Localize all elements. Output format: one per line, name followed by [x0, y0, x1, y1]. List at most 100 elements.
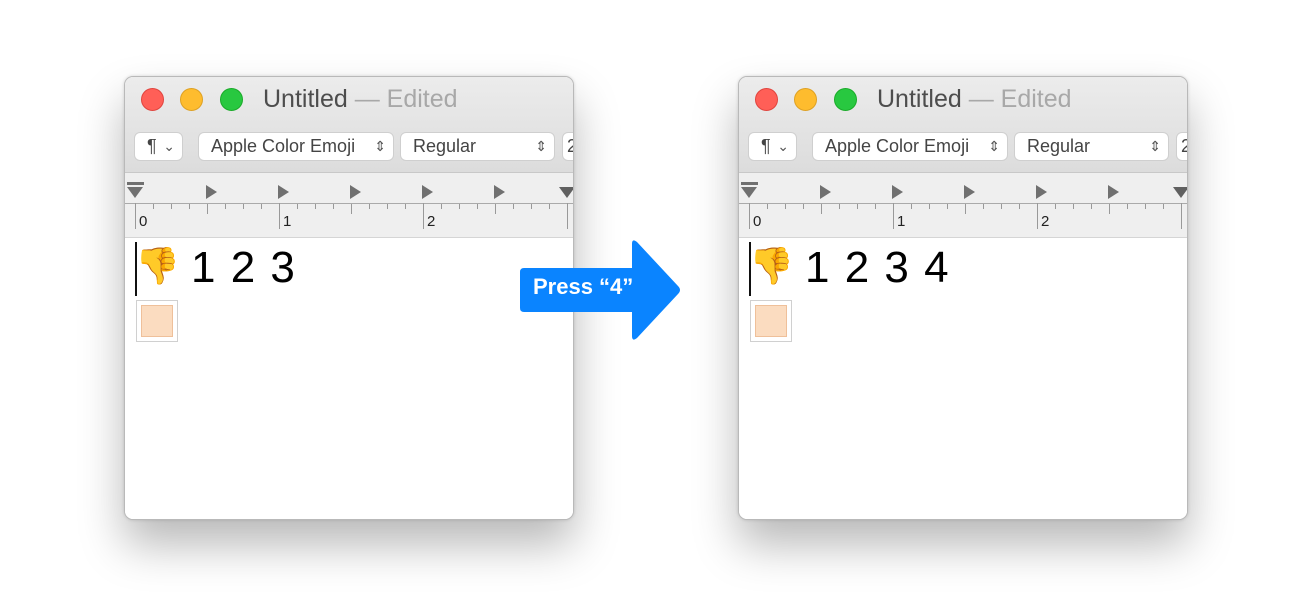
ruler-tick — [839, 204, 840, 209]
document-text: 1 2 3 4 — [805, 243, 949, 292]
ruler-tick — [875, 204, 876, 209]
ruler-tick — [857, 204, 858, 209]
textedit-window-after: Untitled — Edited ¶ ⌄ Apple Color Emoji ⇕ … — [738, 76, 1188, 520]
pilcrow-icon: ¶ — [147, 136, 157, 156]
right-margin-marker[interactable] — [559, 187, 573, 198]
ruler-tick — [243, 204, 244, 209]
ruler-tick — [207, 204, 208, 214]
ruler-label: 1 — [283, 213, 292, 230]
tab-stop-icon[interactable] — [1036, 185, 1047, 199]
ruler-tick — [1091, 204, 1092, 209]
document-text: 1 2 3 — [191, 243, 295, 292]
updown-chevron-icon: ⇕ — [374, 138, 386, 154]
ruler-tick — [315, 204, 316, 209]
minimize-button[interactable] — [180, 88, 203, 111]
font-family-select[interactable]: Apple Color Emoji ⇕ — [812, 132, 1008, 161]
ruler-tick — [333, 204, 334, 209]
ruler-tick — [189, 204, 190, 209]
ruler-label: 0 — [753, 213, 762, 230]
font-family-select[interactable]: Apple Color Emoji ⇕ — [198, 132, 394, 161]
ruler-tick — [387, 204, 388, 209]
thumbs-down-emoji: 👎 — [135, 245, 180, 286]
tab-stop-icon[interactable] — [494, 185, 505, 199]
paragraph-style-button[interactable]: ¶ ⌄ — [134, 132, 183, 161]
tab-stop-icon[interactable] — [350, 185, 361, 199]
updown-chevron-icon: ⇕ — [535, 138, 547, 154]
tab-stop-icon[interactable] — [820, 185, 831, 199]
ruler-tick — [531, 204, 532, 209]
ruler-tick — [171, 204, 172, 209]
ruler-tick — [495, 204, 496, 214]
ruler[interactable]: 0 1 2 — [125, 173, 573, 238]
left-indent-marker[interactable] — [741, 187, 757, 198]
first-line-indent-marker[interactable] — [741, 182, 758, 185]
edited-status: — Edited — [354, 85, 458, 113]
document-name: Untitled — [877, 85, 962, 113]
ruler-tick — [261, 204, 262, 209]
ruler-tick — [929, 204, 930, 209]
title-bar: Untitled — Edited ¶ ⌄ Apple Color Emoji ⇕ … — [125, 77, 573, 173]
text-caret — [135, 242, 137, 296]
ruler-tick — [1163, 204, 1164, 209]
paragraph-style-button[interactable]: ¶ ⌄ — [748, 132, 797, 161]
color-swatch — [750, 300, 792, 342]
title-bar: Untitled — Edited ¶ ⌄ Apple Color Emoji ⇕ … — [739, 77, 1187, 173]
ruler-tick — [459, 204, 460, 209]
text-area[interactable]: 👎 1 2 3 — [125, 238, 573, 519]
ruler-tick — [567, 203, 568, 229]
ruler-tick — [1019, 204, 1020, 209]
ruler-tick — [947, 204, 948, 209]
ruler-tick — [135, 203, 136, 229]
tab-stop-icon[interactable] — [1108, 185, 1119, 199]
zoom-button[interactable] — [834, 88, 857, 111]
ruler-baseline — [125, 203, 573, 204]
right-margin-marker[interactable] — [1173, 187, 1187, 198]
font-size-field[interactable]: 2 — [562, 132, 573, 161]
ruler-tick — [279, 203, 280, 229]
window-title: Untitled — Edited — [877, 85, 1072, 114]
ruler[interactable]: 0 1 2 — [739, 173, 1187, 238]
ruler-tick — [749, 203, 750, 229]
tab-stop-icon[interactable] — [964, 185, 975, 199]
updown-chevron-icon: ⇕ — [1149, 138, 1161, 154]
ruler-tick — [1145, 204, 1146, 209]
ruler-tick — [821, 204, 822, 214]
ruler-tick — [767, 204, 768, 209]
edited-status: — Edited — [968, 85, 1072, 113]
chevron-down-icon: ⌄ — [777, 138, 789, 154]
ruler-tick — [893, 203, 894, 229]
ruler-tick — [803, 204, 804, 209]
zoom-button[interactable] — [220, 88, 243, 111]
font-family-value: Apple Color Emoji — [825, 136, 970, 156]
font-style-value: Regular — [1027, 136, 1091, 156]
minimize-button[interactable] — [794, 88, 817, 111]
font-style-select[interactable]: Regular ⇕ — [400, 132, 555, 161]
tab-stop-icon[interactable] — [892, 185, 903, 199]
ruler-tick — [423, 203, 424, 229]
ruler-tick — [477, 204, 478, 209]
close-button[interactable] — [141, 88, 164, 111]
text-area[interactable]: 👎 1 2 3 4 — [739, 238, 1187, 519]
tab-stop-icon[interactable] — [278, 185, 289, 199]
font-size-value: 2 — [567, 136, 573, 156]
font-style-select[interactable]: Regular ⇕ — [1014, 132, 1169, 161]
close-button[interactable] — [755, 88, 778, 111]
first-line-indent-marker[interactable] — [127, 182, 144, 185]
font-style-value: Regular — [413, 136, 477, 156]
color-swatch — [136, 300, 178, 342]
tab-stop-icon[interactable] — [206, 185, 217, 199]
tab-stop-icon[interactable] — [422, 185, 433, 199]
left-indent-marker[interactable] — [127, 187, 143, 198]
ruler-tick — [911, 204, 912, 209]
ruler-label: 2 — [1041, 213, 1050, 230]
ruler-tick — [513, 204, 514, 209]
font-size-field[interactable]: 2 — [1176, 132, 1187, 161]
swatch-fill — [141, 305, 173, 337]
document-name: Untitled — [263, 85, 348, 113]
font-family-value: Apple Color Emoji — [211, 136, 356, 156]
ruler-tick — [785, 204, 786, 209]
ruler-label: 0 — [139, 213, 148, 230]
ruler-tick — [965, 204, 966, 214]
press-key-label: Press “4” — [533, 274, 634, 299]
ruler-label: 1 — [897, 213, 906, 230]
